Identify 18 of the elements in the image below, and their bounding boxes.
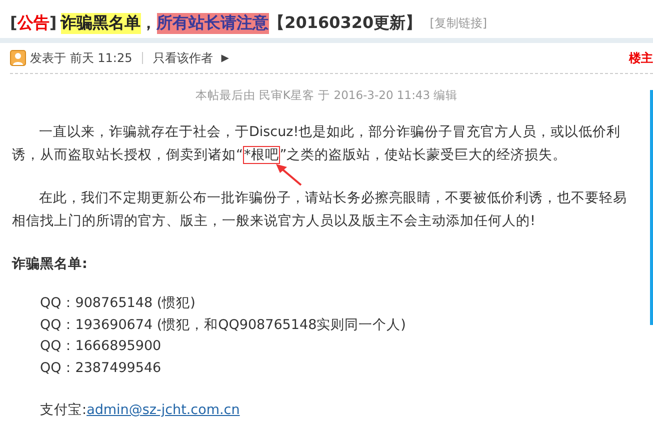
floor-label: 楼主 <box>629 50 653 66</box>
blacklist-entry: QQ：2387499546 <box>39 358 162 378</box>
blacklist-entry: QQ：1666895900 <box>39 337 162 356</box>
paragraph: 一直以来，诈骗就存在于社会，于Discuz!也是如此，部分诈骗份子冒充官方人员，或以低价利诱，从而盗取站长授权，倒卖到诸如“*根吧”之类的盗版站，使站长蒙受巨大的经济损失。 <box>12 123 622 166</box>
title-suffix: 【20160320更新】 <box>268 12 422 34</box>
post-time: 发表于 前天 11:25 <box>30 50 132 66</box>
paragraph: 在此，我们不定期更新公布一批诈骗份子，请站长务必擦亮眼睛，不要被低价利诱，也不要轻易相信找上门的所谓的官方、版主，一般来说官方人员以及版主不会主动添加任何人的! <box>12 189 628 231</box>
email-link[interactable]: admin@sz-jcht.com.cn <box>86 402 240 418</box>
notice-tag: [公告] <box>10 12 57 34</box>
blacklist-entry: QQ：193690674 (惯犯，和QQ908765148实则同一个人) <box>39 316 407 334</box>
edit-note: 本帖最后由 民审K星客 于 2016-3-20 11:43 编辑 <box>194 88 459 103</box>
avatar-icon <box>10 50 26 66</box>
title-separator: ， <box>140 12 157 34</box>
blacklist-entry: QQ：908765148 (惯犯) <box>39 294 196 313</box>
list-heading: 诈骗黑名单: <box>12 255 88 274</box>
author-only-link[interactable]: 只看该作者 ▶ <box>153 50 229 66</box>
alipay-label: 支付宝: <box>40 402 87 418</box>
arrow-icon <box>276 164 302 186</box>
